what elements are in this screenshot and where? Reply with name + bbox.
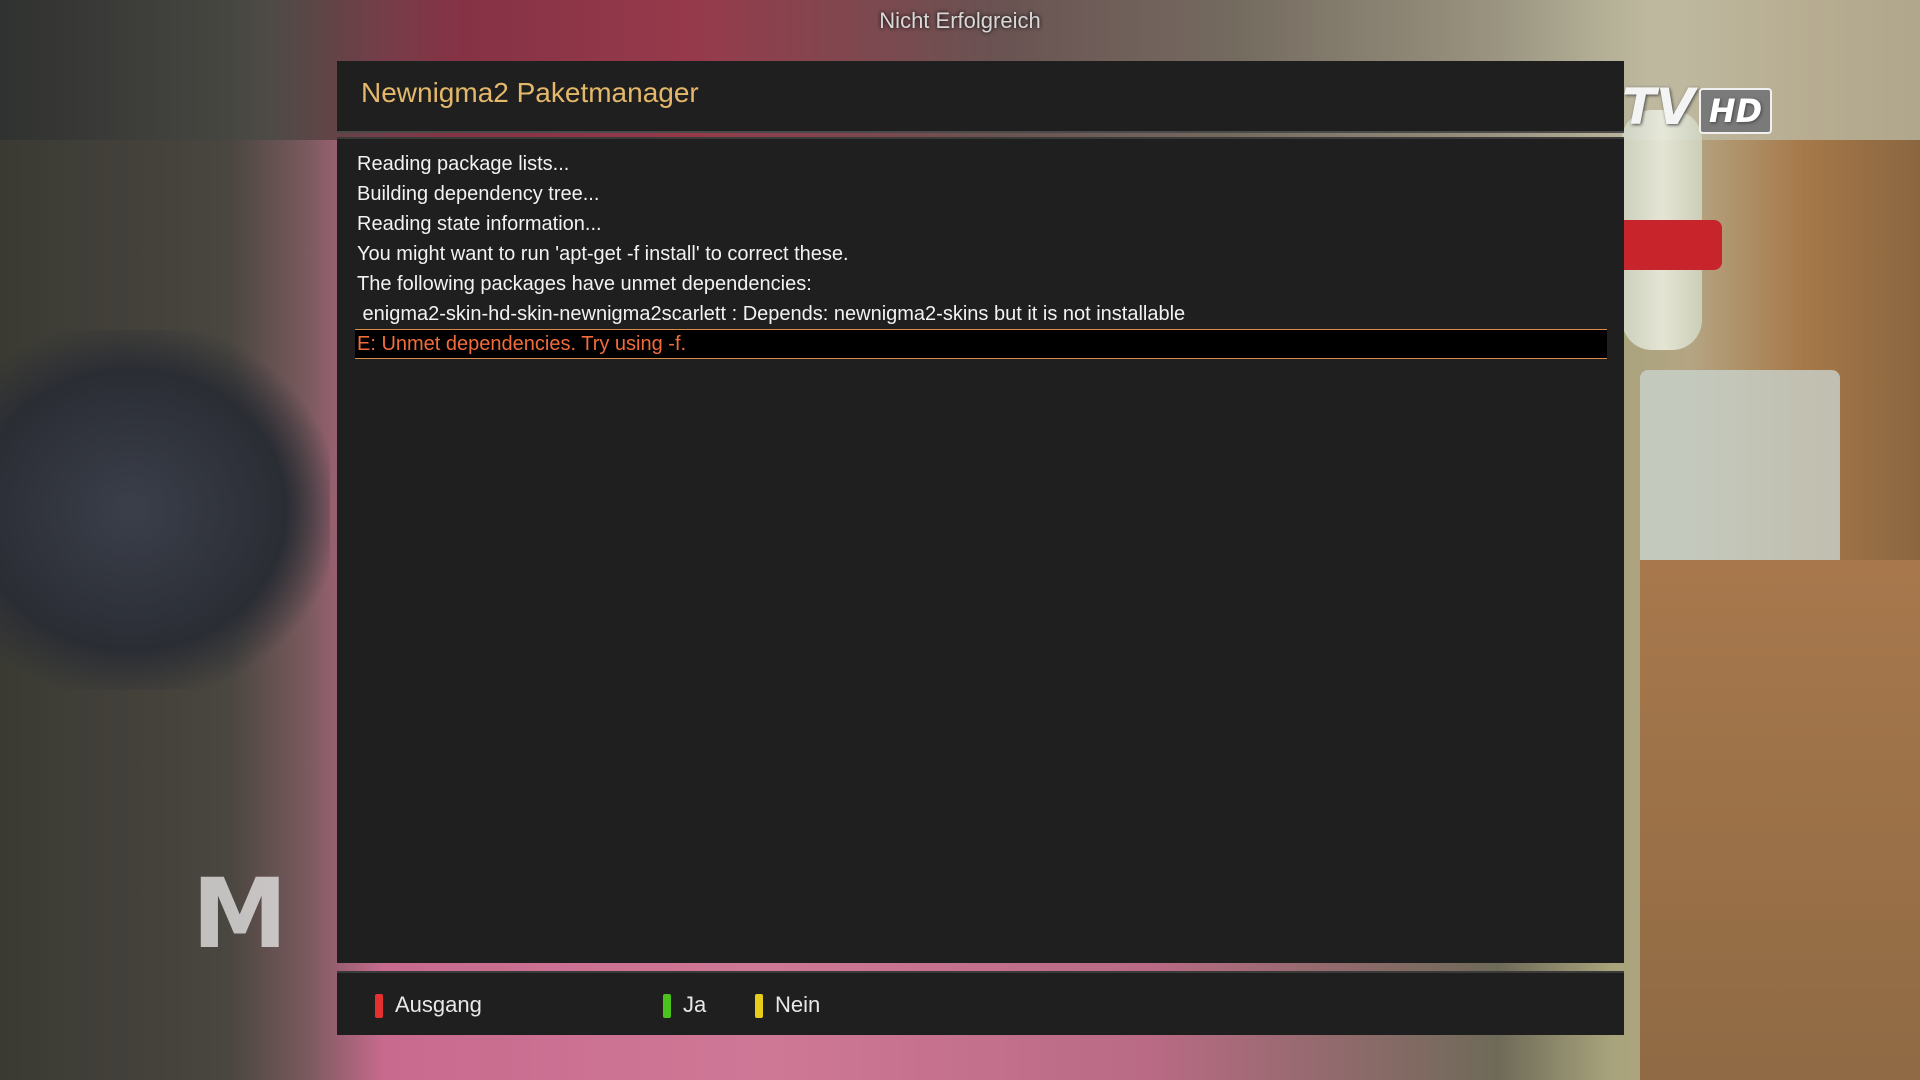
window-title: Newnigma2 Paketmanager — [361, 77, 699, 108]
log-line[interactable]: The following packages have unmet depend… — [355, 269, 1607, 299]
yes-button[interactable]: Ja — [663, 991, 706, 1019]
no-button[interactable]: Nein — [755, 991, 820, 1019]
log-line[interactable]: You might want to run 'apt-get -f instal… — [355, 239, 1607, 269]
exit-button[interactable]: Ausgang — [375, 991, 482, 1019]
background-wheel — [0, 330, 330, 690]
log-line-selected[interactable]: E: Unmet dependencies. Try using -f. — [355, 329, 1607, 359]
window-titlebar: Newnigma2 Paketmanager — [337, 61, 1624, 133]
log-line[interactable]: Building dependency tree... — [355, 179, 1607, 209]
yellow-key-icon — [755, 994, 763, 1019]
log-line[interactable]: Reading package lists... — [355, 149, 1607, 179]
background-bottle-cap — [1612, 220, 1722, 270]
broadcast-watermark-icon: M — [192, 858, 288, 970]
button-bar: Ausgang Ja Nein — [337, 971, 1624, 1035]
exit-label: Ausgang — [395, 992, 482, 1017]
red-key-icon — [375, 994, 383, 1019]
log-line[interactable]: Reading state information... — [355, 209, 1607, 239]
log-list[interactable]: Reading package lists... Building depende… — [355, 149, 1607, 359]
channel-logo-icon: TV HD — [1622, 78, 1773, 136]
green-key-icon — [663, 994, 671, 1019]
no-label: Nein — [775, 992, 821, 1017]
yes-label: Ja — [683, 992, 707, 1017]
log-line[interactable]: enigma2-skin-hd-skin-newnigma2scarlett :… — [355, 299, 1607, 329]
package-manager-window: Newnigma2 Paketmanager Reading package l… — [337, 61, 1624, 1035]
background-cage — [1640, 370, 1840, 590]
log-panel[interactable]: Reading package lists... Building depende… — [337, 137, 1624, 963]
status-text: Nicht Erfolgreich — [879, 8, 1041, 33]
background-cabinet — [1640, 560, 1920, 1080]
